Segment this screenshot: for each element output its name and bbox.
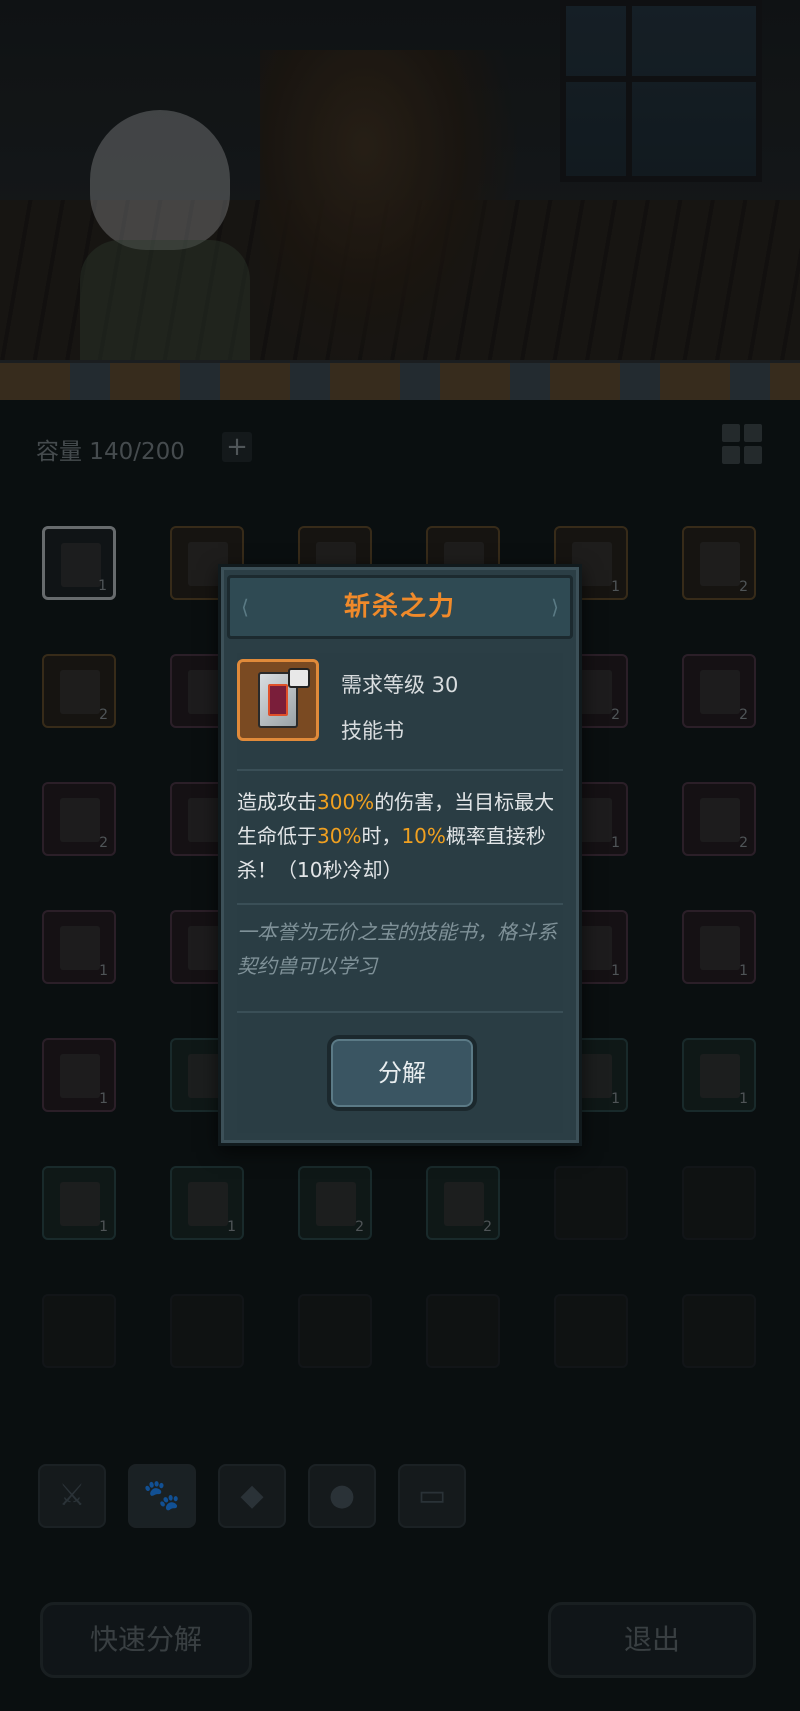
skill-book-icon — [237, 659, 319, 741]
item-type: 技能书 — [341, 719, 404, 743]
hand-badge-icon — [288, 668, 310, 688]
divider — [237, 769, 563, 771]
popup-title: 斩杀之力 — [343, 592, 456, 622]
required-level: 需求等级 30 — [341, 673, 459, 697]
flavor-text: 一本誉为无价之宝的技能书，格斗系契约兽可以学习 — [237, 920, 557, 978]
hp-threshold-value: 30% — [317, 824, 362, 848]
divider — [237, 1011, 563, 1013]
divider — [237, 903, 563, 905]
item-detail-popup: ⟨ ⟩ 斩杀之力 需求等级 30 技能书 造成攻击300%的伤害，当目标最大生命… — [218, 564, 582, 1146]
popup-body: 需求等级 30 技能书 造成攻击300%的伤害，当目标最大生命低于30%时，10… — [237, 653, 563, 1133]
popup-title-bar: ⟨ ⟩ 斩杀之力 — [227, 575, 573, 639]
decompose-button[interactable]: 分解 — [327, 1035, 477, 1111]
chance-value: 10% — [401, 824, 446, 848]
damage-value: 300% — [317, 790, 375, 814]
item-description: 造成攻击300%的伤害，当目标最大生命低于30%时，10%概率直接秒杀！（10秒… — [237, 790, 555, 882]
